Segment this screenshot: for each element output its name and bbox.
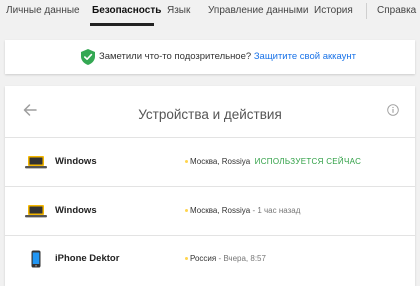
device-meta: Россия - Вчера, 8:57 xyxy=(185,254,266,263)
info-icon[interactable] xyxy=(387,104,399,116)
device-row[interactable]: Windows Москва, Rossiya ИСПОЛЬЗУЕТСЯ СЕЙ… xyxy=(5,138,415,186)
device-name: Windows xyxy=(55,156,97,167)
protect-account-link[interactable]: Защитите свой аккаунт xyxy=(254,51,356,62)
device-location: Москва, Rossiya xyxy=(190,157,251,166)
device-name: iPhone Dektor xyxy=(55,253,120,264)
devices-title: Устройства и действия xyxy=(138,107,282,122)
tab-security[interactable]: Безопасность xyxy=(92,5,161,16)
device-location: Москва, Rossiya xyxy=(190,206,251,215)
device-last-seen: Вчера, 8:57 xyxy=(223,254,266,263)
tab-history[interactable]: История xyxy=(314,5,353,16)
status-dot xyxy=(185,160,188,164)
device-name: Windows xyxy=(55,205,97,216)
laptop-icon xyxy=(25,205,47,218)
device-location: Россия xyxy=(190,254,217,263)
laptop-icon xyxy=(25,156,47,169)
security-alert-card: Заметили что-то подозрительное? Защитите… xyxy=(5,40,415,74)
status-dot xyxy=(185,209,188,213)
nav-divider xyxy=(366,3,367,19)
devices-card: Устройства и действия Windows Москва, Ro… xyxy=(5,86,415,286)
status-dot xyxy=(185,257,188,261)
alert-message: Заметили что-то подозрительное? Защитите… xyxy=(99,51,356,62)
alert-text: Заметили что-то подозрительное? xyxy=(99,51,252,62)
tab-data-management[interactable]: Управление данными xyxy=(208,5,308,16)
phone-icon xyxy=(31,250,41,268)
active-tab-indicator xyxy=(90,23,154,26)
shield-check-icon xyxy=(81,49,95,65)
top-navigation: Личные данные Безопасность Язык Управлен… xyxy=(0,0,420,28)
tab-help[interactable]: Справка xyxy=(377,5,416,16)
device-row[interactable]: iPhone Dektor Россия - Вчера, 8:57 xyxy=(5,236,415,284)
device-meta: Москва, Rossiya ИСПОЛЬЗУЕТСЯ СЕЙЧАС xyxy=(185,157,361,166)
tab-language[interactable]: Язык xyxy=(167,5,190,16)
device-row[interactable]: Windows Москва, Rossiya - 1 час назад xyxy=(5,187,415,235)
device-status-now: ИСПОЛЬЗУЕТСЯ СЕЙЧАС xyxy=(254,157,362,166)
device-meta: Москва, Rossiya - 1 час назад xyxy=(185,206,300,215)
device-last-seen: 1 час назад xyxy=(257,206,301,215)
tab-personal-info[interactable]: Личные данные xyxy=(6,5,80,16)
